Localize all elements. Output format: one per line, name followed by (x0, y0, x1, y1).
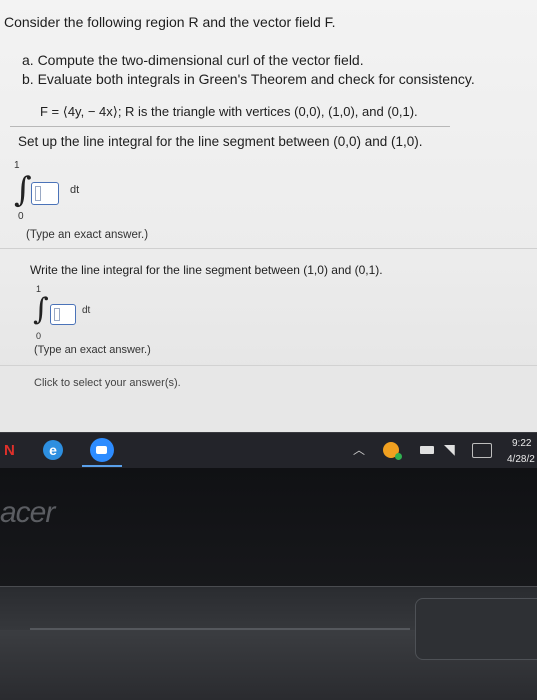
battery-icon[interactable] (420, 446, 434, 454)
keyboard-icon[interactable] (472, 443, 492, 458)
tray-app-icon[interactable] (383, 442, 402, 460)
line-integral-1: 1 ∫ dt 0 (8, 160, 128, 228)
deck-edge (30, 628, 410, 630)
edge-icon[interactable]: e (43, 440, 63, 460)
integral-lower-limit: 0 (18, 211, 24, 222)
click-to-select-prompt[interactable]: Click to select your answer(s). (34, 377, 181, 389)
setup-prompt: Set up the line integral for the line se… (18, 134, 423, 149)
active-app-indicator (82, 465, 122, 467)
chevron-up-icon[interactable]: ︿ (353, 441, 365, 458)
divider (10, 126, 450, 127)
divider (0, 248, 537, 249)
browser-content: Consider the following region R and the … (0, 0, 537, 432)
clock-time[interactable]: 9:22 (512, 438, 531, 449)
write-prompt: Write the line integral for the line seg… (30, 263, 383, 277)
taskbar: N e ︿ ◥ 9:22 4/28/2 (0, 432, 537, 469)
laptop-bezel: acer (0, 468, 537, 586)
answer-hint: (Type an exact answer.) (26, 229, 149, 241)
integral-sign-icon: ∫ (33, 292, 49, 327)
start-icon[interactable]: N (4, 442, 18, 459)
integrand-input-1[interactable] (31, 182, 59, 205)
question-part-b: b. Evaluate both integrals in Green's Th… (22, 71, 475, 87)
zoom-app-icon[interactable] (90, 438, 114, 462)
line-integral-2: 1 ∫ dt 0 (30, 284, 140, 346)
brand-logo: acer (0, 496, 55, 529)
question-intro: Consider the following region R and the … (4, 14, 336, 30)
integral-lower-limit: 0 (36, 331, 42, 341)
integrand-input-2[interactable] (50, 304, 76, 325)
answer-hint: (Type an exact answer.) (34, 344, 151, 356)
integral-sign-icon: ∫ (14, 170, 32, 210)
integral-differential: dt (82, 305, 91, 316)
clock-date[interactable]: 4/28/2 (507, 454, 535, 465)
question-part-a: a. Compute the two-dimensional curl of t… (22, 52, 364, 68)
vector-field-statement: F = ⟨4y, − 4x⟩; R is the triangle with v… (40, 104, 418, 119)
touchpad (415, 598, 537, 660)
wifi-icon[interactable]: ◥ (444, 441, 455, 458)
integral-differential: dt (70, 184, 80, 196)
answer-footer (0, 365, 537, 432)
